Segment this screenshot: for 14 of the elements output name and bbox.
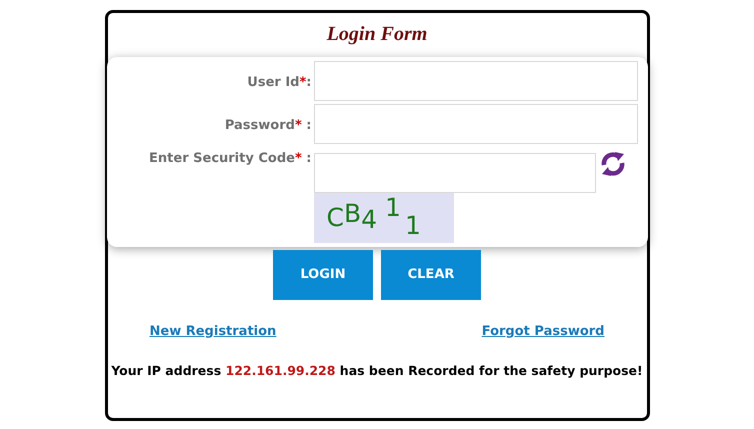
field-label: Password* : bbox=[224, 117, 312, 135]
link[interactable]: Forgot Password bbox=[482, 322, 604, 342]
input-field[interactable] bbox=[314, 61, 638, 101]
field-label: Enter Security Code* : bbox=[148, 150, 312, 168]
refresh-icon[interactable] bbox=[598, 149, 626, 179]
form-title: Login Form bbox=[326, 22, 428, 47]
clear-button[interactable]: CLEAR bbox=[381, 250, 481, 300]
ip-notice: Your IP address 122.161.99.228 has been Recorded for the safety purpose! bbox=[111, 362, 643, 380]
input-field[interactable] bbox=[314, 104, 638, 144]
login-button[interactable]: LOGIN bbox=[273, 250, 373, 300]
captcha-image: CB4 1 1 bbox=[314, 193, 454, 243]
input-field[interactable] bbox=[314, 153, 596, 193]
field-label: User Id*: bbox=[246, 74, 312, 92]
link[interactable]: New Registration bbox=[150, 322, 276, 342]
